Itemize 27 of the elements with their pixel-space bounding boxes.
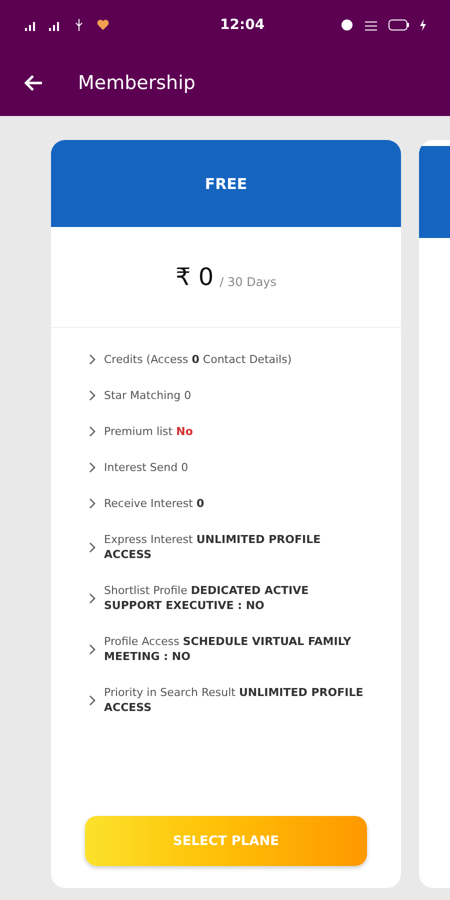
charging-icon <box>420 19 426 31</box>
select-plan-button[interactable]: SELECT PLANE <box>85 816 367 866</box>
feature-text: Premium list No <box>104 424 193 439</box>
feature-text: Credits (Access 0 Contact Details) <box>104 352 292 367</box>
chevron-icon <box>89 542 96 552</box>
plan-name: FREE <box>204 174 248 192</box>
plan-price: ₹ 0 <box>175 263 214 291</box>
chevron-icon <box>89 354 96 365</box>
chevron-icon <box>89 498 96 509</box>
chevron-icon <box>89 644 96 654</box>
feature-text: Express Interest UNLIMITED PROFILE ACCESS <box>104 532 322 562</box>
chevron-icon <box>89 462 96 473</box>
feature-text: Receive Interest 0 <box>104 496 204 511</box>
chevron-icon <box>89 592 96 604</box>
feature-text: Star Matching 0 <box>104 388 192 403</box>
status-time: 12:04 <box>220 17 265 33</box>
page-title: Membership <box>78 72 196 94</box>
heart-icon <box>96 18 110 32</box>
plan-period: / 30 Days <box>220 275 277 289</box>
feature-text: Shortlist Profile DEDICATED ACTIVE SUPPORT EXECUTIVE : NO <box>104 583 310 613</box>
battery-icon <box>388 19 410 31</box>
feature-text: Priority in Search Result UNLIMITED PROFILE ACCESS <box>104 685 364 715</box>
feature-text: Interest Send 0 <box>104 460 188 475</box>
chevron-icon <box>89 694 96 706</box>
chevron-icon <box>89 426 96 437</box>
chevron-icon <box>89 390 96 401</box>
feature-text: Profile Access SCHEDULE VIRTUAL FAMILY MEETING : NO <box>104 634 352 664</box>
